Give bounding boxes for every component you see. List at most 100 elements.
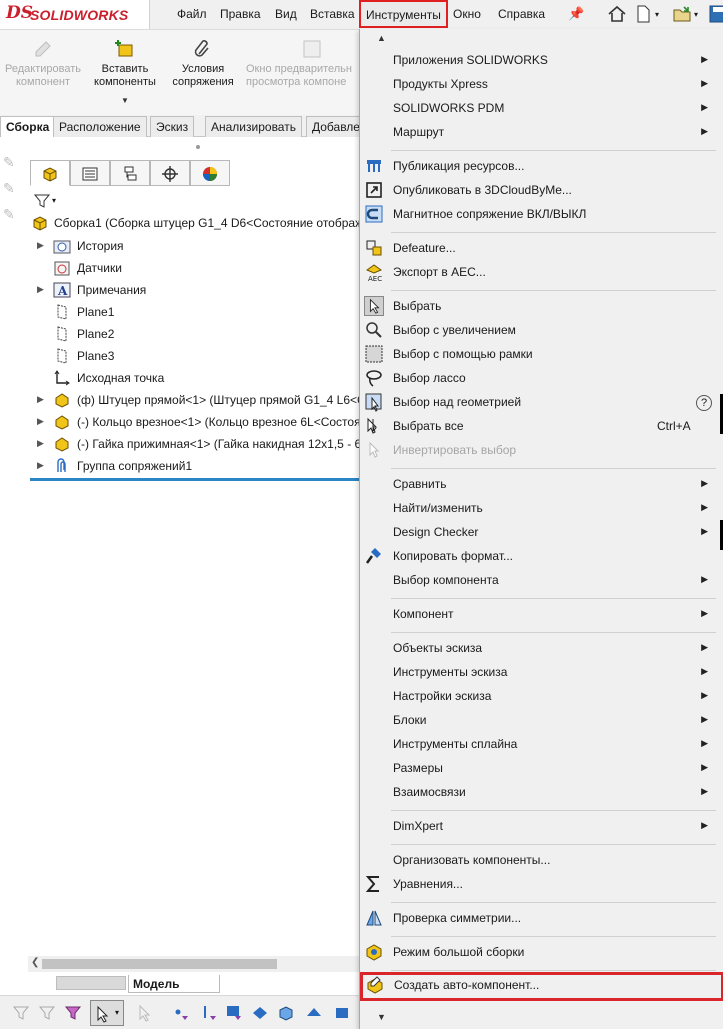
menu-scroll-down-icon[interactable]: ▼ bbox=[377, 1012, 386, 1022]
filter-clear-icon[interactable] bbox=[38, 1004, 56, 1022]
menu-item-pdm[interactable]: SOLIDWORKS PDM ▶ bbox=[360, 96, 723, 120]
expand-icon[interactable]: ▶ bbox=[37, 438, 44, 449]
solidworks-logo[interactable]: DS SOLIDWORKS bbox=[0, 0, 150, 29]
open-dropdown-icon[interactable]: ▾ bbox=[694, 10, 698, 19]
tab-model[interactable]: Модель bbox=[128, 975, 220, 993]
home-icon[interactable] bbox=[607, 4, 627, 24]
menu-item-invert-selection[interactable]: Инвертировать выбор bbox=[360, 438, 723, 462]
menu-item-defeature[interactable]: Defeature... bbox=[360, 236, 723, 260]
tree-item-ring[interactable]: ▶ (-) Кольцо врезное<1> (Кольцо врезное … bbox=[28, 411, 360, 433]
tab-configuration-manager[interactable] bbox=[110, 160, 150, 186]
menu-item-component-selection[interactable]: Выбор компонента ▶ bbox=[360, 568, 723, 592]
expand-icon[interactable]: ▶ bbox=[37, 416, 44, 427]
filter-icon[interactable] bbox=[34, 193, 50, 209]
menu-window[interactable]: Окно bbox=[453, 7, 481, 21]
open-icon[interactable] bbox=[672, 4, 692, 24]
tree-item-fitting[interactable]: ▶ (ф) Штуцер прямой<1> (Штуцер прямой G1… bbox=[28, 389, 360, 411]
menu-item-copy-format[interactable]: Копировать формат... bbox=[360, 544, 723, 568]
tree-item-plane1[interactable]: Plane1 bbox=[28, 301, 360, 323]
menu-item-sketch-tools[interactable]: Инструменты эскиза ▶ bbox=[360, 660, 723, 684]
menu-item-magnetic-mate[interactable]: Магнитное сопряжение ВКЛ/ВЫКЛ bbox=[360, 202, 723, 226]
menu-item-relations[interactable]: Взаимосвязи ▶ bbox=[360, 780, 723, 804]
tab-evaluate[interactable]: Анализировать bbox=[205, 116, 302, 137]
menu-item-component[interactable]: Компонент ▶ bbox=[360, 602, 723, 626]
tree-item-nut[interactable]: ▶ (-) Гайка прижимная<1> (Гайка накидная… bbox=[28, 433, 360, 455]
menu-view[interactable]: Вид bbox=[275, 7, 297, 21]
insert-components-button[interactable]: Вставить компоненты bbox=[90, 38, 160, 89]
surface-filter-icon[interactable] bbox=[251, 1004, 269, 1022]
menu-insert[interactable]: Вставка bbox=[310, 7, 355, 21]
tree-item-origin[interactable]: Исходная точка bbox=[28, 367, 360, 389]
expand-icon[interactable]: ▶ bbox=[37, 394, 44, 405]
tab-property-manager[interactable] bbox=[70, 160, 110, 186]
menu-item-spline-tools[interactable]: Инструменты сплайна ▶ bbox=[360, 732, 723, 756]
menu-item-compare[interactable]: Сравнить ▶ bbox=[360, 472, 723, 496]
expand-icon[interactable]: ▶ bbox=[37, 460, 44, 471]
tab-navigation-arrows[interactable] bbox=[56, 976, 126, 990]
feature-filter-icon[interactable] bbox=[305, 1004, 323, 1022]
menu-item-select[interactable]: Выбрать bbox=[360, 294, 723, 318]
select-disabled-icon[interactable] bbox=[137, 1004, 155, 1022]
tab-layout[interactable]: Расположение bbox=[53, 116, 147, 137]
tree-item-mates[interactable]: ▶ Группа сопряжений1 bbox=[28, 455, 360, 477]
tab-feature-tree[interactable] bbox=[30, 160, 70, 186]
menu-edit[interactable]: Правка bbox=[220, 7, 261, 21]
menu-item-lasso-select[interactable]: Выбор лассо bbox=[360, 366, 723, 390]
pin-icon[interactable]: 📌 bbox=[568, 6, 584, 22]
menu-item-blocks[interactable]: Блоки ▶ bbox=[360, 708, 723, 732]
menu-item-box-select[interactable]: Выбор с помощью рамки bbox=[360, 342, 723, 366]
menu-item-equations[interactable]: Уравнения... bbox=[360, 872, 723, 896]
menu-item-3dcloud[interactable]: Опубликовать в 3DCloudByMe... bbox=[360, 178, 723, 202]
menu-item-dimensions[interactable]: Размеры ▶ bbox=[360, 756, 723, 780]
menu-item-sketch-settings[interactable]: Настройки эскиза ▶ bbox=[360, 684, 723, 708]
tree-item-history[interactable]: ▶ История bbox=[28, 235, 360, 257]
edge-filter-icon[interactable] bbox=[200, 1004, 218, 1022]
menu-item-create-auto-component[interactable]: Создать авто-компонент... bbox=[360, 972, 723, 1001]
horizontal-scrollbar[interactable]: ❮ bbox=[28, 956, 360, 972]
select-dropdown-icon[interactable]: ▾ bbox=[115, 1008, 119, 1017]
menu-item-sketch-entities[interactable]: Объекты эскиза ▶ bbox=[360, 636, 723, 660]
menu-item-organize-components[interactable]: Организовать компоненты... bbox=[360, 848, 723, 872]
menu-scroll-up-icon[interactable]: ▲ bbox=[377, 33, 386, 43]
tree-item-plane3[interactable]: Plane3 bbox=[28, 345, 360, 367]
tree-rollback-bar[interactable] bbox=[30, 478, 360, 481]
tab-sketch[interactable]: Эскиз bbox=[150, 116, 195, 137]
filter-toolbar-icon[interactable] bbox=[64, 1004, 82, 1022]
scrollbar-thumb[interactable] bbox=[42, 959, 277, 969]
splitter-handle[interactable] bbox=[196, 145, 200, 149]
menu-item-publish-assets[interactable]: Публикация ресурсов... bbox=[360, 154, 723, 178]
face-filter-icon[interactable] bbox=[225, 1004, 243, 1022]
tree-item-annotations[interactable]: ▶ A Примечания bbox=[28, 279, 360, 301]
tree-item-sensors[interactable]: Датчики bbox=[28, 257, 360, 279]
tab-dimxpert-manager[interactable] bbox=[150, 160, 190, 186]
menu-file[interactable]: Файл bbox=[177, 7, 207, 21]
expand-icon[interactable]: ▶ bbox=[37, 240, 44, 251]
menu-item-design-checker[interactable]: Design Checker ▶ bbox=[360, 520, 723, 544]
save-icon[interactable] bbox=[708, 4, 723, 24]
menu-tools[interactable]: Инструменты bbox=[359, 0, 448, 28]
menu-item-large-assembly-mode[interactable]: Режим большой сборки bbox=[360, 940, 723, 964]
scroll-left-icon[interactable]: ❮ bbox=[31, 957, 39, 968]
expand-icon[interactable]: ▶ bbox=[37, 284, 44, 295]
menu-item-magnified-select[interactable]: Выбор с увеличением bbox=[360, 318, 723, 342]
preview-window-button[interactable]: Окно предварительн просмотра компоне bbox=[246, 38, 360, 89]
help-question-icon[interactable]: ? bbox=[696, 395, 712, 411]
new-dropdown-icon[interactable]: ▾ bbox=[655, 10, 659, 19]
menu-item-xpress-products[interactable]: Продукты Xpress ▶ bbox=[360, 72, 723, 96]
tab-assembly[interactable]: Сборка bbox=[0, 116, 56, 137]
note-strip-icon[interactable]: ✎ bbox=[3, 206, 21, 222]
menu-item-routing[interactable]: Маршрут ▶ bbox=[360, 120, 723, 144]
menu-item-export-aec[interactable]: AEC Экспорт в AEC... bbox=[360, 260, 723, 284]
tree-root[interactable]: Сборка1 (Сборка штуцер G1_4 D6<Состояние… bbox=[28, 212, 360, 234]
filter-dropdown-icon[interactable]: ▾ bbox=[52, 196, 56, 205]
menu-item-symmetry-check[interactable]: Проверка симметрии... bbox=[360, 906, 723, 930]
vertex-filter-icon[interactable] bbox=[172, 1004, 190, 1022]
mate-button[interactable]: Условия сопряжения bbox=[168, 38, 238, 89]
tab-display-manager[interactable] bbox=[190, 160, 230, 186]
menu-help[interactable]: Справка bbox=[498, 7, 545, 21]
edit-strip-icon[interactable]: ✎ bbox=[3, 180, 21, 196]
select-tool-button[interactable]: ▾ bbox=[90, 1000, 124, 1026]
solid-filter-icon[interactable] bbox=[333, 1004, 351, 1022]
tree-item-plane2[interactable]: Plane2 bbox=[28, 323, 360, 345]
menu-item-select-over-geometry[interactable]: Выбор над геометрией bbox=[360, 390, 723, 414]
